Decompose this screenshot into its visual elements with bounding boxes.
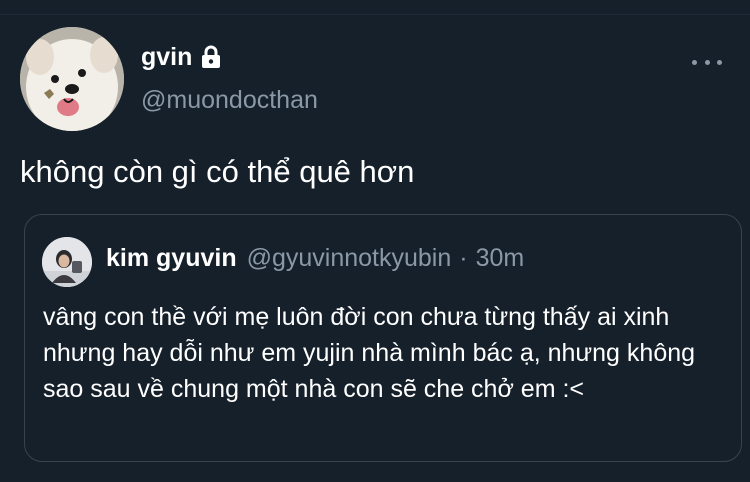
quote-author-handle[interactable]: @gyuvinnotkyubin [247,244,452,273]
quote-header: kim gyuvin @gyuvinnotkyubin · 30m [106,242,524,274]
author-name-row: gvin [141,42,224,72]
lock-icon [198,44,224,70]
top-divider [0,0,750,15]
more-horizontal-icon[interactable] [692,52,722,72]
tweet-text: không còn gì có thể quê hơn [20,154,415,189]
quote-text: vâng con thề với mẹ luôn đời con chưa từ… [43,303,696,403]
dog-avatar[interactable] [20,27,124,131]
quote-timestamp[interactable]: 30m [476,244,525,273]
quote-author-name[interactable]: kim gyuvin [106,244,237,273]
quoted-tweet[interactable]: kim gyuvin @gyuvinnotkyubin · 30m vâng c… [24,214,742,462]
author-handle[interactable]: @muondocthan [141,86,318,115]
separator-dot: · [459,243,468,272]
author-display-name[interactable]: gvin [141,43,192,72]
person-avatar[interactable] [42,237,92,287]
